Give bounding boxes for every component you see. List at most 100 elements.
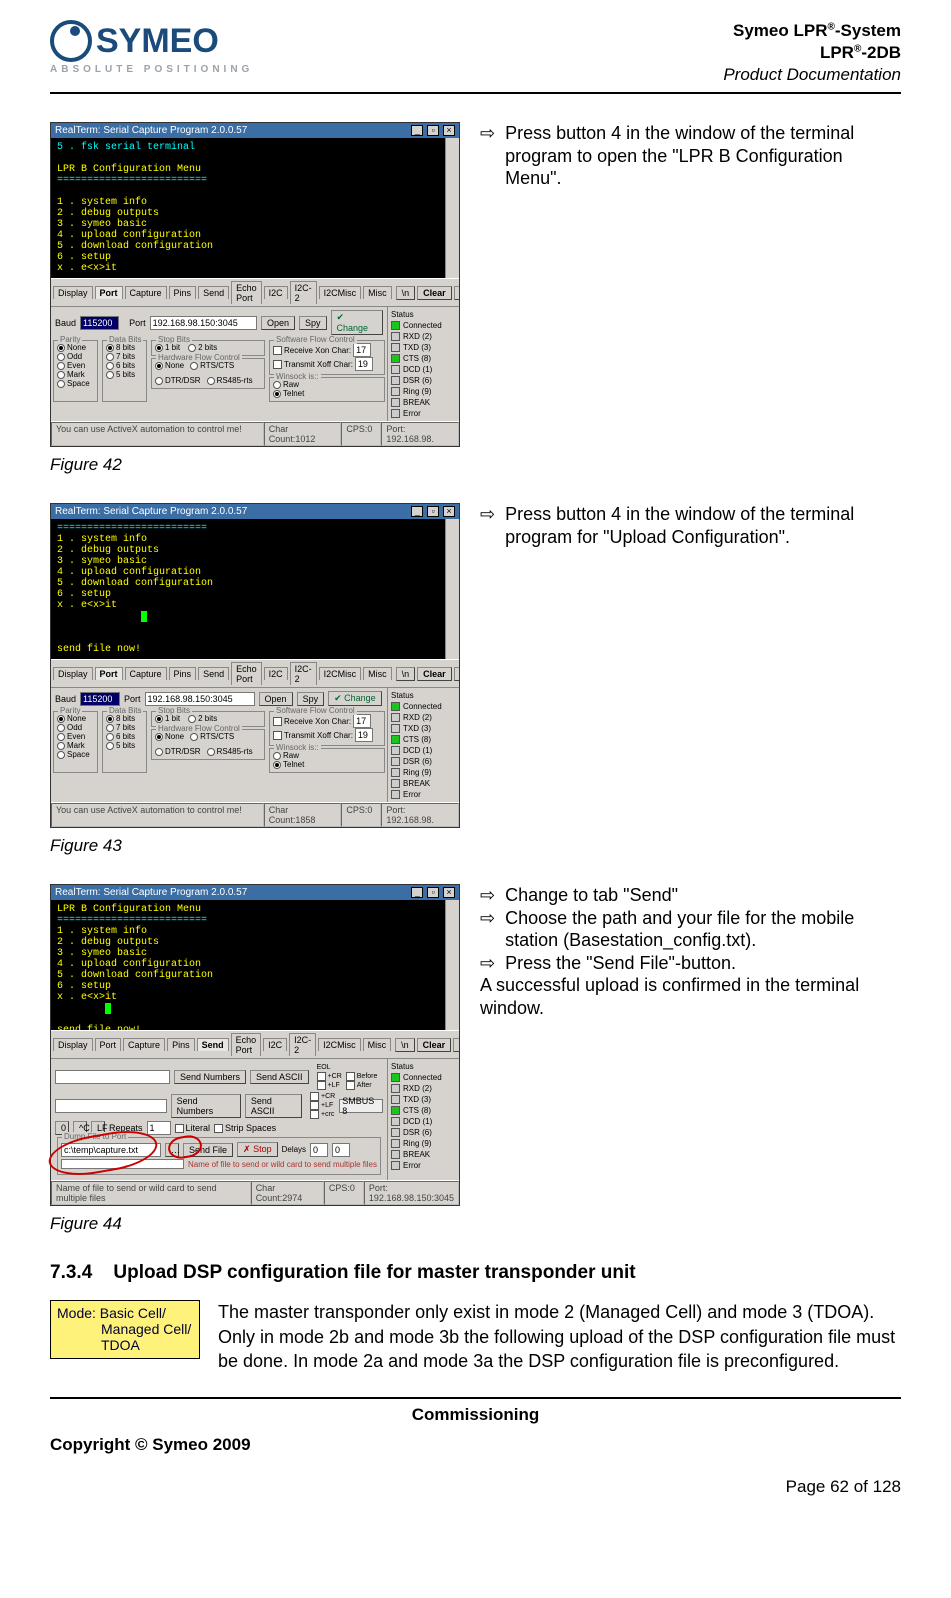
winsock-raw-radio[interactable]: [273, 381, 281, 389]
tab-pins[interactable]: Pins: [167, 1038, 195, 1051]
tab-misc[interactable]: Misc: [363, 667, 392, 680]
parity-even-radio[interactable]: [57, 362, 65, 370]
parity-odd-radio[interactable]: [57, 353, 65, 361]
clear-button[interactable]: Clear: [417, 667, 452, 681]
baud-select[interactable]: 115200: [80, 316, 119, 330]
xon-char-field[interactable]: 17: [353, 343, 371, 357]
tab-i2c-2[interactable]: I2C-2: [290, 281, 317, 304]
clear-button[interactable]: Clear: [417, 1038, 452, 1052]
copyright: Copyright © Symeo 2009: [50, 1435, 901, 1455]
tab-misc[interactable]: Misc: [363, 1038, 392, 1051]
newline-button[interactable]: \n: [395, 1038, 415, 1052]
tab-pins[interactable]: Pins: [169, 286, 197, 299]
hwflow-rtscts-radio[interactable]: [190, 362, 198, 370]
repeats-field[interactable]: 1: [147, 1121, 171, 1135]
tab-echo-port[interactable]: Echo Port: [231, 1033, 262, 1056]
tab-port[interactable]: Port: [95, 286, 123, 299]
parity-space-radio[interactable]: [57, 380, 65, 388]
send-input-2[interactable]: [55, 1099, 167, 1113]
close-icon[interactable]: ×: [443, 506, 455, 517]
tab-i2c-2[interactable]: I2C-2: [289, 1033, 316, 1056]
freeze-button[interactable]: Freeze: [454, 286, 459, 300]
tab-send[interactable]: Send: [197, 1038, 229, 1051]
led-icon: [391, 757, 400, 766]
tab-misc[interactable]: Misc: [363, 286, 392, 299]
tab-echo-port[interactable]: Echo Port: [231, 662, 262, 685]
mode-paragraph: The master transponder only exist in mod…: [218, 1300, 901, 1373]
tab-display[interactable]: Display: [53, 1038, 93, 1051]
open-button[interactable]: Open: [259, 692, 293, 706]
databits-6-radio[interactable]: [106, 362, 114, 370]
maximize-icon[interactable]: ▫: [427, 506, 439, 517]
close-icon[interactable]: ×: [443, 125, 455, 136]
hwflow-rs485-radio[interactable]: [207, 377, 215, 385]
maximize-icon[interactable]: ▫: [427, 887, 439, 898]
open-button[interactable]: Open: [261, 316, 295, 330]
tab-i2c[interactable]: I2C: [263, 1038, 287, 1051]
hwflow-dtrdsr-radio[interactable]: [155, 377, 163, 385]
tab-i2cmisc[interactable]: I2CMisc: [318, 1038, 361, 1051]
newline-button[interactable]: \n: [396, 286, 416, 300]
led-connected-icon: [391, 321, 400, 330]
spy-button[interactable]: Spy: [299, 316, 327, 330]
tab-i2c[interactable]: I2C: [264, 286, 288, 299]
tab-capture[interactable]: Capture: [125, 286, 167, 299]
tab-i2cmisc[interactable]: I2CMisc: [319, 286, 362, 299]
tab-i2c[interactable]: I2C: [264, 667, 288, 680]
port-select[interactable]: 192.168.98.150:3045: [150, 316, 257, 330]
databits-5-radio[interactable]: [106, 371, 114, 379]
scrollbar[interactable]: [445, 900, 459, 1030]
close-icon[interactable]: ×: [443, 887, 455, 898]
tab-port[interactable]: Port: [95, 1038, 122, 1051]
baud-label: Baud: [55, 694, 76, 704]
tab-send[interactable]: Send: [198, 286, 229, 299]
scrollbar[interactable]: [445, 519, 459, 659]
scrollbar[interactable]: [445, 138, 459, 278]
tab-i2c-2[interactable]: I2C-2: [290, 662, 317, 685]
clear-button[interactable]: Clear: [417, 286, 452, 300]
tab-capture[interactable]: Capture: [125, 667, 167, 680]
parity-mark-radio[interactable]: [57, 371, 65, 379]
swflow-rx-check[interactable]: [273, 346, 282, 355]
xoff-char-field[interactable]: 19: [355, 357, 373, 371]
tab-capture[interactable]: Capture: [123, 1038, 165, 1051]
delay-1-field[interactable]: 0: [310, 1143, 328, 1157]
minimize-icon[interactable]: _: [411, 887, 423, 898]
winsock-telnet-radio[interactable]: [273, 390, 281, 398]
change-button[interactable]: ✔ Change: [331, 310, 384, 335]
parity-none-radio[interactable]: [57, 344, 65, 352]
newline-button[interactable]: \n: [396, 667, 416, 681]
swflow-tx-check[interactable]: [273, 360, 282, 369]
maximize-icon[interactable]: ▫: [427, 125, 439, 136]
databits-8-radio[interactable]: [106, 344, 114, 352]
led-icon: [391, 724, 400, 733]
tab-i2cmisc[interactable]: I2CMisc: [319, 667, 362, 680]
smbus-select[interactable]: SMBUS 8: [339, 1099, 383, 1113]
databits-7-radio[interactable]: [106, 353, 114, 361]
tab-port[interactable]: Port: [95, 667, 123, 680]
send-numbers-button[interactable]: Send Numbers: [171, 1094, 241, 1118]
tab-echo-port[interactable]: Echo Port: [231, 281, 262, 304]
tab-send[interactable]: Send: [198, 667, 229, 680]
send-ascii-button[interactable]: Send ASCII: [245, 1094, 302, 1118]
send-ascii-button[interactable]: Send ASCII: [250, 1070, 309, 1084]
hwflow-none-radio[interactable]: [155, 362, 163, 370]
send-numbers-button[interactable]: Send Numbers: [174, 1070, 246, 1084]
freeze-button[interactable]: Freeze: [453, 1038, 459, 1052]
tab-display[interactable]: Display: [53, 667, 93, 680]
tab-pins[interactable]: Pins: [169, 667, 197, 680]
stopbits-2-radio[interactable]: [188, 344, 196, 352]
port-select[interactable]: 192.168.98.150:3045: [145, 692, 255, 706]
baud-label: Baud: [55, 318, 76, 328]
baud-select[interactable]: 115200: [80, 692, 120, 706]
spy-button[interactable]: Spy: [297, 692, 325, 706]
minimize-icon[interactable]: _: [411, 125, 423, 136]
minimize-icon[interactable]: _: [411, 506, 423, 517]
stop-button[interactable]: ✗ Stop: [237, 1142, 278, 1157]
freeze-button[interactable]: Freeze: [454, 667, 459, 681]
change-button[interactable]: ✔ Change: [328, 691, 382, 706]
send-input-1[interactable]: [55, 1070, 170, 1084]
tab-display[interactable]: Display: [53, 286, 93, 299]
stopbits-1-radio[interactable]: [155, 344, 163, 352]
delay-2-field[interactable]: 0: [332, 1143, 350, 1157]
